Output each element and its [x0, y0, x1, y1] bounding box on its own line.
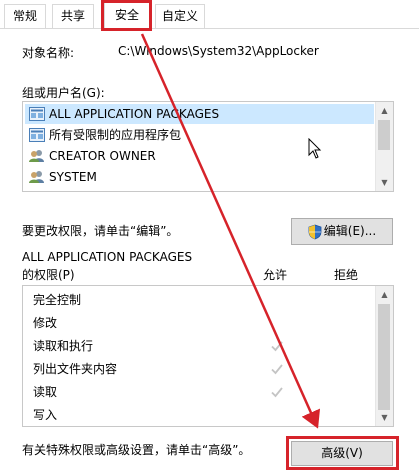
permission-row-label: 读取: [33, 385, 58, 399]
permission-row-label: 列出文件夹内容: [33, 362, 118, 376]
users-icon: [29, 149, 45, 163]
users-icon: [29, 170, 45, 184]
advanced-hint-text: 有关特殊权限或高级设置，请单击“高级”。: [22, 443, 251, 457]
permissions-title-line1: ALL APPLICATION PACKAGES: [22, 250, 193, 264]
allow-check-icon: [270, 385, 284, 399]
shield-icon: [308, 224, 322, 239]
mouse-cursor-icon: [308, 137, 324, 160]
tab-strip: 常规 共享 安全 自定义: [0, 0, 419, 29]
scroll-thumb[interactable]: [378, 120, 390, 150]
allow-check-icon: [270, 339, 284, 353]
scroll-up-icon[interactable]: ▲: [376, 286, 393, 303]
tab-customize[interactable]: 自定义: [155, 4, 205, 28]
group-list-item[interactable]: SYSTEM: [25, 167, 374, 187]
permissions-title-line2: 的权限(P): [22, 268, 75, 282]
permissions-list-scrollbar[interactable]: ▲ ▼: [375, 286, 393, 426]
object-name-value: C:\Windows\System32\AppLocker: [118, 44, 319, 58]
group-list-scrollbar[interactable]: ▲ ▼: [375, 102, 393, 191]
scroll-thumb[interactable]: [378, 304, 390, 410]
group-list[interactable]: ALL APPLICATION PACKAGES 所有受限制的应用程序包 CREAT…: [22, 101, 394, 192]
permission-row-label: 修改: [33, 316, 58, 330]
tab-general[interactable]: 常规: [4, 4, 46, 28]
tab-security[interactable]: 安全: [104, 1, 150, 29]
scroll-up-icon[interactable]: ▲: [376, 102, 393, 119]
permission-row-label: 完全控制: [33, 293, 82, 307]
advanced-button[interactable]: 高级(V): [291, 441, 393, 466]
group-list-item-label: SYSTEM: [49, 170, 97, 184]
permission-row-label: 读取和执行: [33, 339, 94, 353]
permission-row-label: 写入: [33, 408, 58, 422]
scroll-down-icon[interactable]: ▼: [376, 174, 393, 191]
edit-hint-text: 要更改权限，请单击“编辑”。: [22, 224, 179, 238]
edit-button[interactable]: 编辑(E)...: [291, 218, 393, 245]
package-group-icon: [29, 107, 45, 121]
permissions-list[interactable]: 完全控制修改读取和执行列出文件夹内容 读取写入 ▲ ▼: [22, 285, 394, 427]
tab-sharing[interactable]: 共享: [52, 4, 94, 28]
object-name-label: 对象名称:: [22, 46, 75, 60]
permissions-allow-header: 允许: [263, 268, 288, 282]
group-list-item[interactable]: ALL APPLICATION PACKAGES: [25, 104, 374, 124]
scroll-down-icon[interactable]: ▼: [376, 409, 393, 426]
advanced-button-label: 高级(V): [321, 446, 363, 460]
permissions-deny-header: 拒绝: [334, 268, 359, 282]
group-list-item-label: CREATOR OWNER: [49, 149, 156, 163]
group-list-item-label: 所有受限制的应用程序包: [49, 128, 182, 142]
package-group-icon: [29, 128, 45, 142]
group-list-label: 组或用户名(G):: [22, 86, 105, 100]
allow-check-icon: [270, 362, 284, 376]
edit-button-label: 编辑(E)...: [323, 224, 377, 238]
group-list-item-label: ALL APPLICATION PACKAGES: [49, 107, 220, 121]
